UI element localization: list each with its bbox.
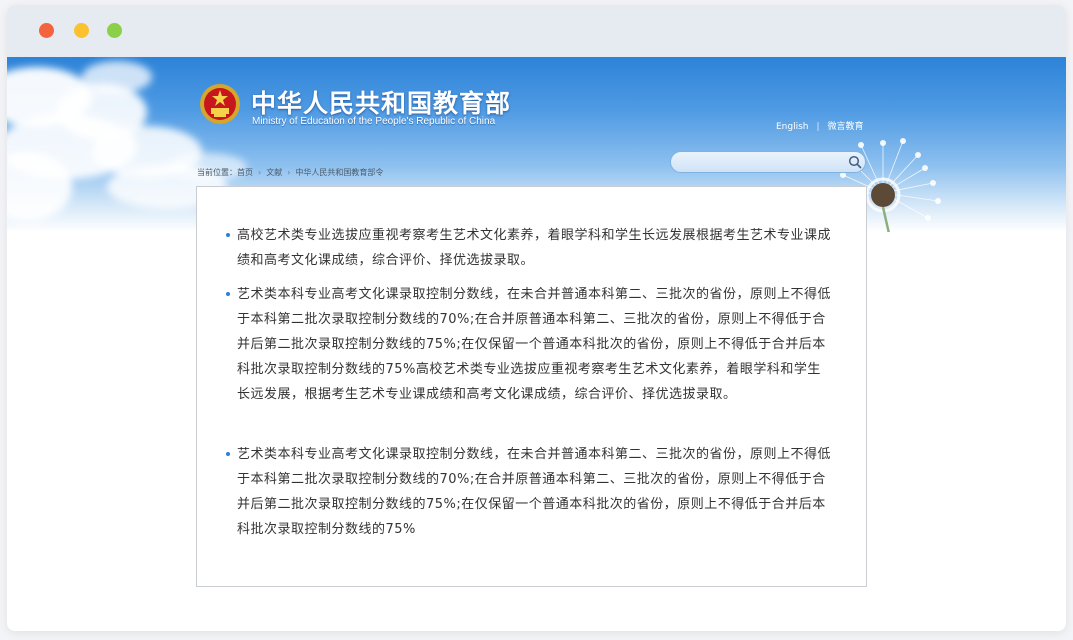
paragraph-text: 艺术类本科专业高考文化课录取控制分数线，在未合并普通本科第二、三批次的省份，原则… xyxy=(237,287,832,402)
english-link[interactable]: English xyxy=(776,122,809,132)
chevron-right-icon: › xyxy=(258,168,262,177)
breadcrumb: 当前位置：首页 › 文献 › 中华人民共和国教育部令 xyxy=(197,167,383,178)
bullet-icon xyxy=(226,292,230,296)
paragraph-text: 艺术类本科专业高考文化课录取控制分数线，在未合并普通本科第二、三批次的省份，原则… xyxy=(237,447,832,537)
article-paragraph: 艺术类本科专业高考文化课录取控制分数线，在未合并普通本科第二、三批次的省份，原则… xyxy=(226,282,833,407)
maximize-window-button[interactable] xyxy=(107,23,122,38)
search-box[interactable] xyxy=(670,151,866,173)
chevron-right-icon: › xyxy=(287,168,291,177)
site-title-en: Ministry of Education of the People's Re… xyxy=(252,116,496,127)
site-title-zh[interactable]: 中华人民共和国教育部 xyxy=(251,84,511,120)
article-content: 高校艺术类专业选拔应重视考察考生艺术文化素养，着眼学科和学生长远发展根据考生艺术… xyxy=(196,186,867,587)
top-links: English | 微言教育 xyxy=(776,119,864,132)
article-paragraph: 艺术类本科专业高考文化课录取控制分数线，在未合并普通本科第二、三批次的省份，原则… xyxy=(226,442,833,542)
browser-window: English | 微言教育 中华人民共和国教育部 Ministry of Educ… xyxy=(7,5,1066,631)
breadcrumb-item-home[interactable]: 首页 xyxy=(237,168,253,177)
bullet-icon xyxy=(226,233,230,237)
paragraph-text: 高校艺术类专业选拔应重视考察考生艺术文化素养，着眼学科和学生长远发展根据考生艺术… xyxy=(237,228,832,268)
bullet-icon xyxy=(226,452,230,456)
link-separator: | xyxy=(816,122,820,132)
weiyan-link[interactable]: 微言教育 xyxy=(828,122,864,132)
breadcrumb-prefix: 当前位置： xyxy=(197,168,237,177)
minimize-window-button[interactable] xyxy=(74,23,89,38)
breadcrumb-item-documents[interactable]: 文献 xyxy=(266,168,282,177)
search-icon[interactable] xyxy=(848,155,862,169)
article-paragraph: 高校艺术类专业选拔应重视考察考生艺术文化素养，着眼学科和学生长远发展根据考生艺术… xyxy=(226,223,833,273)
close-window-button[interactable] xyxy=(39,23,54,38)
search-input[interactable] xyxy=(681,154,845,172)
national-emblem-icon[interactable] xyxy=(199,83,241,125)
breadcrumb-item-current: 中华人民共和国教育部令 xyxy=(295,168,384,177)
window-titlebar xyxy=(7,5,1066,57)
